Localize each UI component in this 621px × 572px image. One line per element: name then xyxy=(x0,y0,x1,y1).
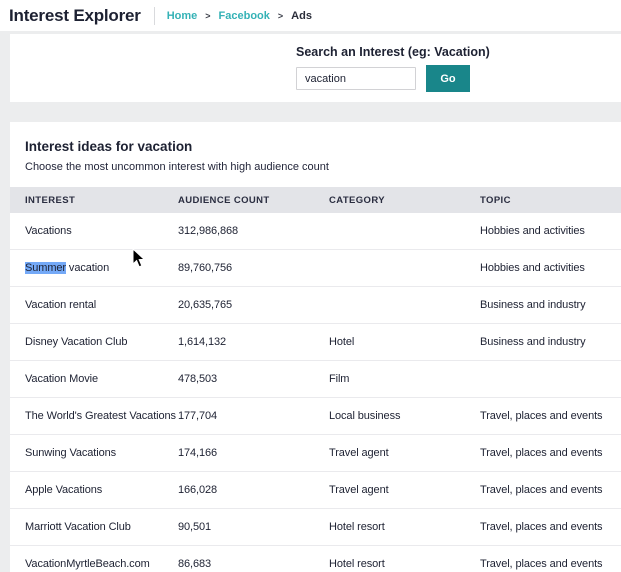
audience-count-cell: 20,635,765 xyxy=(178,299,233,311)
breadcrumb-item-ads: Ads xyxy=(291,9,312,22)
interest-cell[interactable]: Apple Vacations xyxy=(25,484,178,496)
search-panel: Search an Interest (eg: Vacation) Go xyxy=(10,34,621,102)
column-header-audience-count: AUDIENCE COUNT xyxy=(178,194,270,206)
breadcrumb: Home > Facebook > Ads xyxy=(167,10,312,22)
topic-cell: Hobbies and activities xyxy=(480,262,585,274)
search-input[interactable] xyxy=(296,67,416,90)
breadcrumb-separator: > xyxy=(277,10,284,21)
table-row: VacationMyrtleBeach.com 86,683 Hotel resor… xyxy=(10,546,621,572)
category-cell: Hotel resort xyxy=(329,521,385,533)
topic-cell: Hobbies and activities xyxy=(480,225,585,237)
table-header: INTEREST AUDIENCE COUNT CATEGORY TOPIC xyxy=(10,187,621,213)
column-header-interest: INTEREST xyxy=(25,194,76,206)
topic-cell: Travel, places and events xyxy=(480,558,603,570)
interest-cell[interactable]: Vacations xyxy=(25,225,178,237)
audience-count-cell: 174,166 xyxy=(178,447,218,459)
interest-cell[interactable]: Disney Vacation Club xyxy=(25,336,178,348)
app-header: Interest Explorer Home > Facebook > Ads xyxy=(0,0,621,31)
topic-cell: Business and industry xyxy=(480,336,586,348)
results-heading: Interest ideas for vacation xyxy=(25,139,193,154)
audience-count-cell: 166,028 xyxy=(178,484,218,496)
topic-cell: Travel, places and events xyxy=(480,410,603,422)
category-cell: Travel agent xyxy=(329,447,389,459)
go-button[interactable]: Go xyxy=(426,65,470,92)
audience-count-cell: 177,704 xyxy=(178,410,218,422)
audience-count-cell: 90,501 xyxy=(178,521,212,533)
audience-count-cell: 86,683 xyxy=(178,558,212,570)
audience-count-cell: 312,986,868 xyxy=(178,225,239,237)
table-body: Vacations 312,986,868 Hobbies and activiti… xyxy=(10,213,621,572)
topic-cell: Business and industry xyxy=(480,299,586,311)
interest-cell[interactable]: The World's Greatest Vacations xyxy=(25,410,178,422)
topic-cell: Travel, places and events xyxy=(480,521,603,533)
interest-explorer-page: Interest Explorer Home > Facebook > Ads Sear… xyxy=(0,0,621,572)
interest-cell[interactable]: Vacation rental xyxy=(25,299,178,311)
table-row: Apple Vacations 166,028 Travel agent Travel… xyxy=(10,472,621,509)
interest-cell[interactable]: Marriott Vacation Club xyxy=(25,521,178,533)
table-row: Marriott Vacation Club 90,501 Hotel resort… xyxy=(10,509,621,546)
table-row: Vacation rental 20,635,765 Business and in… xyxy=(10,287,621,324)
table-row: Disney Vacation Club 1,614,132 Hotel Busine… xyxy=(10,324,621,361)
page-title: Interest Explorer xyxy=(9,5,141,25)
topic-cell: Travel, places and events xyxy=(480,447,603,459)
breadcrumb-separator: > xyxy=(205,10,211,21)
breadcrumb-item-facebook[interactable]: Facebook xyxy=(219,10,270,22)
topic-cell: Travel, places and events xyxy=(480,484,603,496)
table-row: Summer vacation 89,760,756 Hobbies and act… xyxy=(10,250,621,287)
audience-count-cell: 478,503 xyxy=(178,373,218,385)
breadcrumb-item-home[interactable]: Home xyxy=(167,10,198,22)
results-panel: Interest ideas for vacation Choose the m… xyxy=(10,122,621,572)
category-cell: Hotel resort xyxy=(329,558,385,570)
audience-count-cell: 89,760,756 xyxy=(178,262,233,274)
category-cell: Travel agent xyxy=(329,484,389,496)
interest-cell[interactable]: Vacation Movie xyxy=(25,373,178,385)
search-row: Go xyxy=(296,65,621,92)
category-cell: Film xyxy=(329,373,350,385)
interest-cell[interactable]: Summer vacation xyxy=(25,262,178,274)
table-row: Vacation Movie 478,503 Film xyxy=(10,361,621,398)
table-row: Vacations 312,986,868 Hobbies and activiti… xyxy=(10,213,621,250)
column-header-topic: TOPIC xyxy=(480,194,511,206)
interest-cell[interactable]: Sunwing Vacations xyxy=(25,447,178,459)
interest-cell[interactable]: VacationMyrtleBeach.com xyxy=(25,558,178,570)
header-divider xyxy=(153,6,155,25)
table-row: Sunwing Vacations 174,166 Travel agent Trav… xyxy=(10,435,621,472)
audience-count-cell: 1,614,132 xyxy=(178,336,227,348)
category-cell: Local business xyxy=(329,410,401,422)
search-label: Search an Interest (eg: Vacation) xyxy=(296,45,490,59)
column-header-category: CATEGORY xyxy=(329,194,385,206)
table-row: The World's Greatest Vacations 177,704 Loc… xyxy=(10,398,621,435)
selected-text: Summer xyxy=(25,262,66,274)
category-cell: Hotel xyxy=(329,336,355,348)
results-subheading: Choose the most uncommon interest with h… xyxy=(25,161,329,173)
